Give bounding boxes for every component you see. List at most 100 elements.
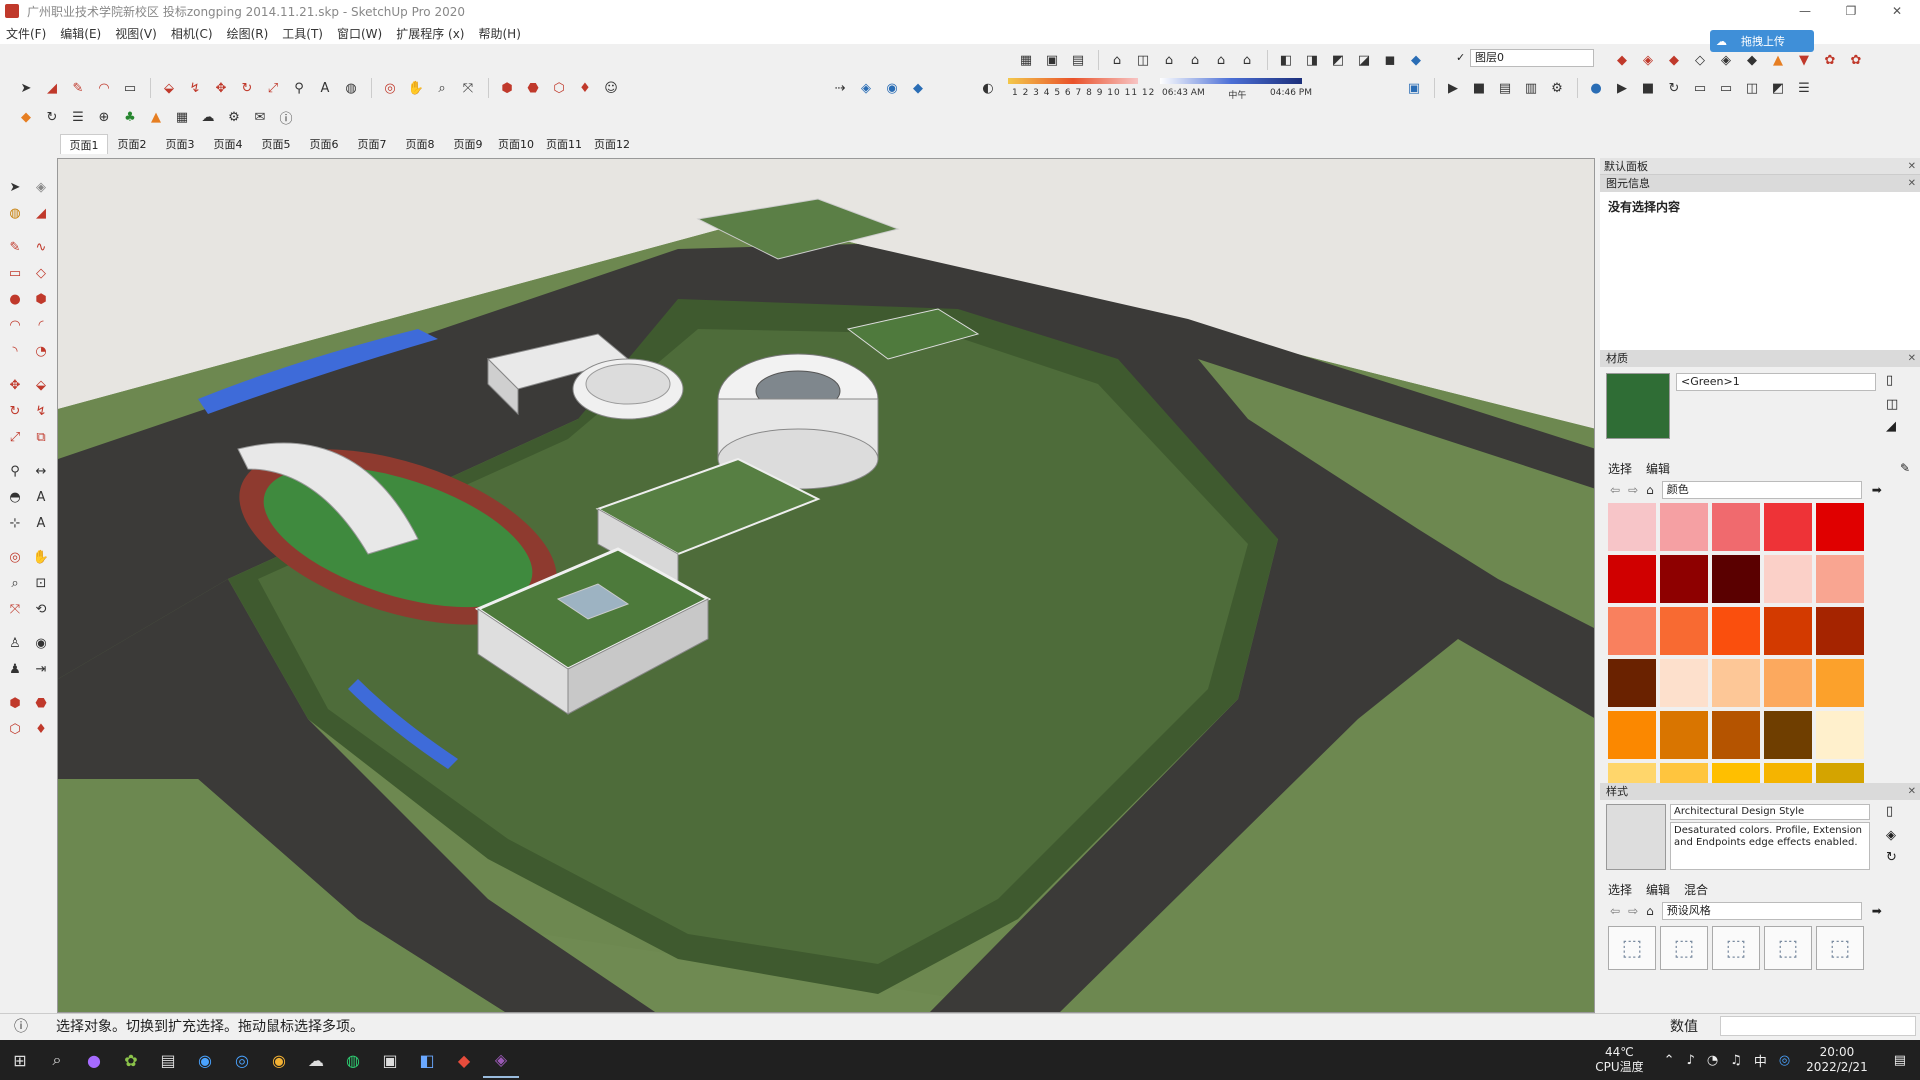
tape-measure-icon[interactable]: ⚲ [287, 76, 311, 100]
left-view-icon[interactable]: ⌂ [1235, 48, 1259, 72]
forward-arrow-icon[interactable]: ⇨ [1628, 483, 1638, 497]
move-tool-icon[interactable]: ✥ [209, 76, 233, 100]
polygon-tool-icon[interactable]: ⬢ [30, 288, 52, 310]
scene-tab-5[interactable]: 页面5 [252, 134, 300, 154]
menu-window[interactable]: 窗口(W) [337, 25, 382, 42]
material-swatch[interactable] [1816, 659, 1864, 707]
prev-view-icon[interactable]: ⇢ [828, 76, 852, 100]
iso-view-icon[interactable]: ⌂ [1105, 48, 1129, 72]
forward-arrow-icon[interactable]: ⇨ [1628, 904, 1638, 918]
rectangle-tool-icon[interactable]: ▭ [118, 76, 142, 100]
ext-c-icon[interactable]: ◫ [1740, 76, 1764, 100]
ext-mail-icon[interactable]: ✉ [248, 105, 272, 129]
section-plane-icon[interactable]: ⇥ [30, 658, 52, 680]
menu-file[interactable]: 文件(F) [6, 25, 46, 42]
volume-icon[interactable]: ♫ [1730, 1053, 1742, 1068]
stop2-icon[interactable]: ■ [1636, 76, 1660, 100]
scene-tab-12[interactable]: 页面12 [588, 134, 636, 154]
home-icon[interactable]: ⌂ [1646, 904, 1654, 918]
material-swatch[interactable] [1712, 607, 1760, 655]
arc-tool-icon[interactable]: ◠ [92, 76, 116, 100]
app-purple-icon[interactable]: ● [76, 1042, 112, 1078]
dimension-tool-icon[interactable]: ↔ [30, 460, 52, 482]
scene-tab-1[interactable]: 页面1 [60, 134, 108, 154]
menu-edit[interactable]: 编辑(E) [60, 25, 101, 42]
entity-info-header[interactable]: 图元信息 ✕ [1600, 175, 1920, 192]
ext-checker-icon[interactable]: ▦ [170, 105, 194, 129]
scene-tab-9[interactable]: 页面9 [444, 134, 492, 154]
shadows-toggle-icon[interactable]: ◐ [976, 76, 1000, 100]
clock[interactable]: 20:00 2022/2/21 [1806, 1045, 1868, 1075]
pan-tool-icon[interactable]: ✋ [30, 546, 52, 568]
line-tool-icon[interactable]: ✎ [66, 76, 90, 100]
ext-tool-2-icon[interactable]: ◈ [1636, 48, 1660, 72]
ext-d-icon[interactable]: ◩ [1766, 76, 1790, 100]
ext-tool-10-icon[interactable]: ✿ [1844, 48, 1868, 72]
rotated-rectangle-icon[interactable]: ◇ [30, 262, 52, 284]
material-swatch[interactable] [1660, 503, 1708, 551]
default-material-icon[interactable]: ◢ [1886, 419, 1896, 434]
push-pull-tool-icon[interactable]: ⬙ [30, 374, 52, 396]
search-icon[interactable]: ⌕ [39, 1042, 75, 1078]
ext-tool-1-icon[interactable]: ◆ [1610, 48, 1634, 72]
user-account-icon[interactable]: ☺ [599, 76, 623, 100]
protractor-icon[interactable]: ◓ [4, 486, 26, 508]
cpu-temperature[interactable]: 44℃ CPU温度 [1595, 1045, 1643, 1075]
materials-tab-select[interactable]: 选择 [1608, 460, 1632, 477]
tape-measure-icon[interactable]: ⚲ [4, 460, 26, 482]
offset-tool-icon[interactable]: ⧉ [30, 426, 52, 448]
back-arrow-icon[interactable]: ⇦ [1610, 483, 1620, 497]
ext-tree-icon[interactable]: ♣ [118, 105, 142, 129]
wireframe-icon[interactable]: ◨ [1300, 48, 1324, 72]
tray-close-icon[interactable]: ✕ [1908, 158, 1916, 175]
ext-layers-icon[interactable]: ◆ [14, 105, 38, 129]
record-icon[interactable]: ▤ [1493, 76, 1517, 100]
eraser-tool-icon[interactable]: ◢ [30, 202, 52, 224]
material-swatch[interactable] [1608, 763, 1656, 783]
style-description[interactable]: Desaturated colors. Profile, Extension a… [1670, 822, 1870, 870]
material-swatch[interactable] [1608, 503, 1656, 551]
material-swatch[interactable] [1764, 659, 1812, 707]
section-cut-icon[interactable]: ▣ [1040, 48, 1064, 72]
top-view-icon[interactable]: ◫ [1131, 48, 1155, 72]
paint-bucket-icon[interactable]: ◍ [4, 202, 26, 224]
scene-tab-7[interactable]: 页面7 [348, 134, 396, 154]
walk-icon[interactable]: ◆ [906, 76, 930, 100]
material-swatch[interactable] [1816, 711, 1864, 759]
zoom-tool-icon[interactable]: ⌕ [4, 572, 26, 594]
pie-tool-icon[interactable]: ◔ [30, 340, 52, 362]
zoom-extents-icon[interactable]: ⤧ [4, 598, 26, 620]
rotate-tool-icon[interactable]: ↻ [235, 76, 259, 100]
menu-draw[interactable]: 绘图(R) [227, 25, 269, 42]
scene-tab-10[interactable]: 页面10 [492, 134, 540, 154]
xray-icon[interactable]: ◧ [1274, 48, 1298, 72]
ext-a-icon[interactable]: ▭ [1688, 76, 1712, 100]
zoom-window-icon[interactable]: ⊡ [30, 572, 52, 594]
walk-tool-icon[interactable]: ♟ [4, 658, 26, 680]
zoom-extents-icon[interactable]: ⤧ [456, 76, 480, 100]
menu-view[interactable]: 视图(V) [115, 25, 157, 42]
pan-tool-icon[interactable]: ✋ [404, 76, 428, 100]
style-thumb[interactable]: ⬚ [1608, 926, 1656, 970]
materials-header[interactable]: 材质 ✕ [1600, 350, 1920, 367]
style-thumb[interactable]: ⬚ [1764, 926, 1812, 970]
hidden-line-icon[interactable]: ◩ [1326, 48, 1350, 72]
style-thumb[interactable]: ⬚ [1712, 926, 1760, 970]
ext-gear-icon[interactable]: ⚙ [222, 105, 246, 129]
axes-tool-icon[interactable]: ⊹ [4, 512, 26, 534]
style-thumb[interactable]: ⬚ [1660, 926, 1708, 970]
monochrome-icon[interactable]: ◆ [1404, 48, 1428, 72]
extension-warehouse-icon[interactable]: ⬣ [30, 692, 52, 714]
freehand-tool-icon[interactable]: ∿ [30, 236, 52, 258]
ext-info-icon[interactable]: ⓘ [274, 105, 298, 129]
material-swatch[interactable] [1816, 555, 1864, 603]
shaded-textures-icon[interactable]: ◼ [1378, 48, 1402, 72]
material-swatch[interactable] [1764, 763, 1812, 783]
select-tool-icon[interactable]: ➤ [14, 76, 38, 100]
ext-add-icon[interactable]: ⊕ [92, 105, 116, 129]
windows-start-icon[interactable]: ⊞ [2, 1042, 38, 1078]
chevron-up-icon[interactable]: ⌃ [1664, 1053, 1675, 1068]
line-tool-icon[interactable]: ✎ [4, 236, 26, 258]
material-swatch[interactable] [1764, 555, 1812, 603]
warehouse-icon[interactable]: ⬢ [495, 76, 519, 100]
